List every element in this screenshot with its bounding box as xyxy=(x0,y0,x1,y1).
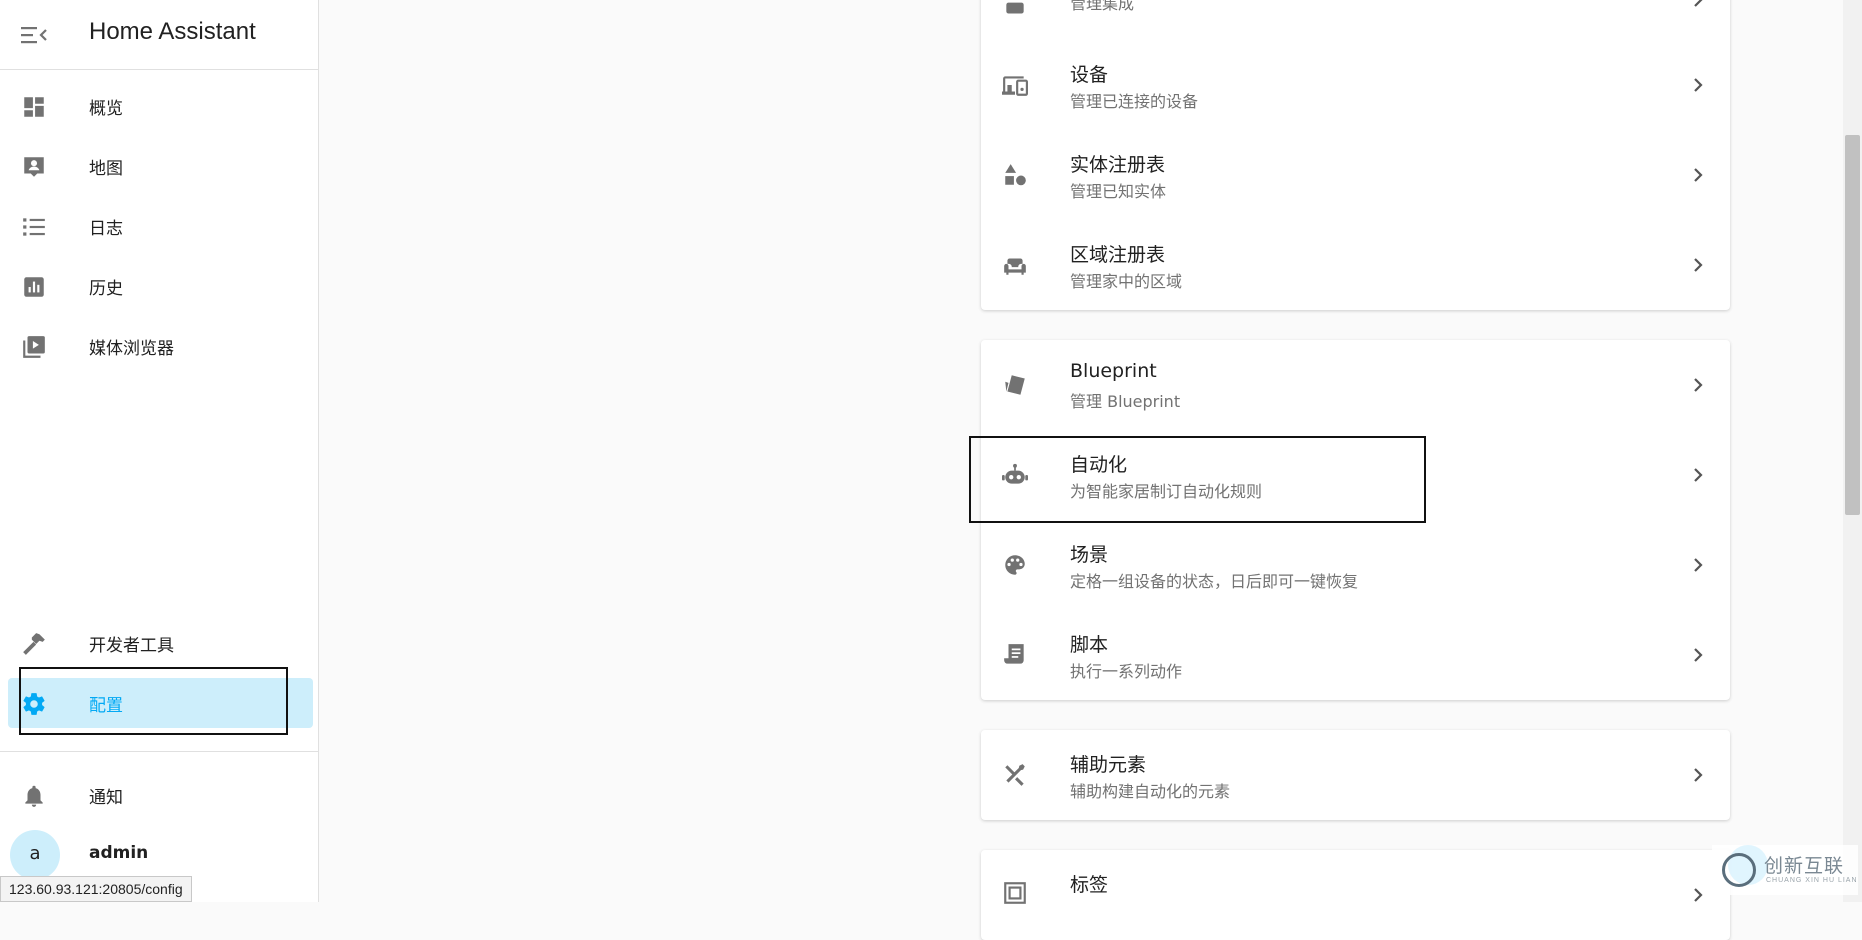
sidebar-item-overview[interactable]: 概览 xyxy=(8,81,313,131)
watermark-logo-icon xyxy=(1722,853,1756,887)
integrations-icon xyxy=(1006,2,1024,14)
chevron-right-icon xyxy=(1694,168,1703,182)
status-bar-url: 123.60.93.121:20805/config xyxy=(0,876,192,902)
row-title: 实体注册表 xyxy=(1070,154,1166,176)
scrollbar[interactable] xyxy=(1843,0,1862,902)
row-title: Blueprint xyxy=(1070,360,1157,382)
dashboard-icon xyxy=(24,97,44,117)
watermark-subtext: CHUANG XIN HU LIAN xyxy=(1766,877,1858,884)
config-row-scenes[interactable]: 场景 定格一组设备的状态，日后即可一键恢复 xyxy=(981,520,1730,610)
sidebar-item-label: 历史 xyxy=(89,279,123,299)
avatar[interactable]: a xyxy=(10,830,60,880)
user-name[interactable]: admin xyxy=(89,843,148,863)
sidebar-item-label: 开发者工具 xyxy=(89,636,174,656)
sidebar-item-logbook[interactable]: 日志 xyxy=(8,201,313,251)
highlight-box-configuration xyxy=(19,667,288,735)
shapes-icon xyxy=(1005,164,1026,186)
row-title: 设备 xyxy=(1070,64,1109,86)
config-row-blueprint[interactable]: Blueprint 管理 Blueprint xyxy=(981,340,1730,430)
sidebar-item-history[interactable]: 历史 xyxy=(8,261,313,311)
palette-icon xyxy=(1005,555,1025,575)
row-subtitle: 定格一组设备的状态，日后即可一键恢复 xyxy=(1070,572,1359,591)
hammer-icon xyxy=(23,633,45,655)
sidebar-item-label: 日志 xyxy=(89,219,123,239)
sidebar-item-media-browser[interactable]: 媒体浏览器 xyxy=(8,321,313,371)
config-row-devices[interactable]: 设备 管理已连接的设备 xyxy=(981,40,1730,130)
menu-collapse-icon[interactable] xyxy=(21,23,47,47)
sidebar-item-label: 地图 xyxy=(89,159,123,179)
chevron-right-icon xyxy=(1694,0,1703,7)
map-account-icon xyxy=(24,157,44,177)
chevron-right-icon xyxy=(1694,888,1703,902)
row-subtitle: 执行一系列动作 xyxy=(1070,662,1183,681)
sidebar-header: Home Assistant xyxy=(0,0,318,70)
row-title: 脚本 xyxy=(1070,634,1109,656)
script-icon xyxy=(1004,644,1024,664)
sofa-icon xyxy=(1004,258,1026,275)
row-subtitle: 管理已连接的设备 xyxy=(1070,92,1199,111)
sidebar-item-map[interactable]: 地图 xyxy=(8,141,313,191)
config-row-areas[interactable]: 区域注册表 管理家中的区域 xyxy=(981,220,1730,310)
chevron-right-icon xyxy=(1694,648,1703,662)
row-title: 标签 xyxy=(1070,874,1109,896)
sidebar-divider xyxy=(0,751,318,752)
sidebar-item-label: 通知 xyxy=(89,788,123,808)
app-title: Home Assistant xyxy=(89,18,256,45)
row-subtitle: 管理 Blueprint xyxy=(1070,392,1181,411)
highlight-box-automation xyxy=(969,436,1426,523)
sidebar-item-label: 媒体浏览器 xyxy=(89,339,174,359)
sidebar-item-notifications[interactable]: 通知 xyxy=(8,770,313,820)
row-subtitle: 辅助构建自动化的元素 xyxy=(1070,782,1231,801)
row-title: 辅助元素 xyxy=(1070,754,1147,776)
blueprint-icon xyxy=(1005,375,1025,395)
bell-icon xyxy=(25,785,43,807)
row-subtitle: 管理已知实体 xyxy=(1070,182,1167,201)
row-title: 场景 xyxy=(1070,544,1109,566)
config-row-scripts[interactable]: 脚本 执行一系列动作 xyxy=(981,610,1730,700)
row-title: 区域注册表 xyxy=(1070,244,1166,266)
row-subtitle: 管理集成 xyxy=(1070,0,1135,13)
config-row-entities[interactable]: 实体注册表 管理已知实体 xyxy=(981,130,1730,220)
config-row-tags[interactable]: 标签 xyxy=(981,850,1730,940)
media-browser-icon xyxy=(23,336,45,358)
chevron-right-icon xyxy=(1694,258,1703,272)
config-card-registries: 管理集成 设备 管理已连接的设备 实体注册表 管理已知实体 区域注册表 管理家中… xyxy=(981,0,1730,310)
config-card-helpers: 辅助元素 辅助构建自动化的元素 xyxy=(981,730,1730,820)
watermark-text: 创新互联 xyxy=(1764,855,1845,877)
logbook-list-icon xyxy=(23,218,45,236)
tools-icon xyxy=(1005,764,1025,786)
config-row-helpers[interactable]: 辅助元素 辅助构建自动化的元素 xyxy=(981,730,1730,820)
scrollbar-thumb[interactable] xyxy=(1845,135,1860,515)
row-subtitle: 管理家中的区域 xyxy=(1070,272,1183,291)
devices-icon xyxy=(1002,76,1028,96)
chevron-right-icon xyxy=(1694,558,1703,572)
tag-icon xyxy=(1004,882,1026,904)
chevron-right-icon xyxy=(1694,378,1703,392)
chevron-right-icon xyxy=(1694,78,1703,92)
sidebar-item-developer-tools[interactable]: 开发者工具 xyxy=(8,618,313,668)
sidebar: Home Assistant 概览 地图 日志 历史 媒体浏览器 开发者工具 配… xyxy=(0,0,319,902)
chevron-right-icon xyxy=(1694,768,1703,782)
history-chart-icon xyxy=(24,277,44,297)
chevron-right-icon xyxy=(1694,468,1703,482)
watermark-logo: 创新互联 CHUANG XIN HU LIAN xyxy=(1712,845,1858,895)
sidebar-item-label: 概览 xyxy=(89,99,123,119)
config-card-tags: 标签 xyxy=(981,850,1730,940)
